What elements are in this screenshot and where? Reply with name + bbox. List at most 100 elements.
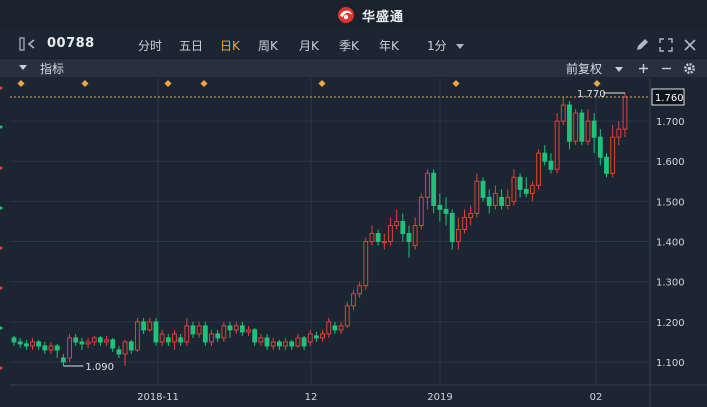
- tab-yearly-k[interactable]: 年K: [379, 37, 399, 54]
- candle-body: [276, 341, 282, 347]
- candle-body: [159, 333, 165, 343]
- y-tick-label: 1.600: [656, 157, 685, 168]
- candle-body: [381, 241, 387, 244]
- candle-body: [135, 321, 140, 351]
- kline-chart[interactable]: 1.770 1.090 1.760 1.700 1.600 1.500 1.400 1.300…: [0, 78, 707, 407]
- candle-body: [468, 212, 474, 218]
- close-icon[interactable]: [683, 38, 697, 52]
- candle-body: [542, 152, 548, 162]
- candle-body: [505, 196, 511, 206]
- candle-body: [116, 349, 122, 355]
- candle-body: [431, 172, 437, 206]
- tab-daily-k[interactable]: 日K: [220, 37, 240, 54]
- stock-code: 00788: [47, 36, 95, 51]
- candle-body: [455, 229, 461, 243]
- candle-body: [474, 180, 480, 214]
- title-bar: 华盛通: [0, 0, 707, 30]
- candle-body: [573, 112, 579, 142]
- candle-body: [23, 343, 29, 347]
- fullscreen-icon[interactable]: [659, 38, 673, 52]
- candle-body: [190, 325, 196, 335]
- candle-body: [147, 321, 153, 331]
- edge-marker: [0, 246, 3, 250]
- plus-icon[interactable]: [638, 63, 649, 74]
- candle-body: [246, 329, 251, 333]
- candle-body: [597, 136, 603, 158]
- edge-marker: [0, 166, 3, 170]
- candle-body: [122, 341, 128, 355]
- indicator-label[interactable]: 指标: [40, 60, 64, 77]
- candle-body: [591, 120, 597, 138]
- candle-body: [60, 357, 66, 363]
- tab-quarterly-k[interactable]: 季K: [339, 37, 359, 54]
- x-tick-label: 12: [305, 392, 318, 403]
- candle-body: [215, 333, 221, 339]
- candle-body: [388, 224, 393, 243]
- candle-body: [252, 329, 258, 343]
- last-price-label: 1.760: [655, 93, 684, 104]
- candle-body: [554, 120, 560, 170]
- edge-marker: [0, 125, 3, 129]
- adjust-select[interactable]: 前复权: [566, 60, 623, 77]
- candle-body: [165, 337, 171, 343]
- candle-body: [227, 325, 233, 331]
- pencil-icon[interactable]: [635, 38, 649, 52]
- candle-body: [36, 341, 42, 347]
- y-tick-label: 1.700: [656, 117, 685, 128]
- candle-body: [344, 305, 350, 327]
- tab-intraday[interactable]: 分时: [138, 37, 162, 54]
- x-tick-label: 2018-11: [137, 392, 179, 403]
- chevron-down-icon: [456, 44, 465, 49]
- candle-body: [332, 325, 338, 331]
- tab-weekly-k[interactable]: 周K: [258, 37, 278, 54]
- candle-body: [202, 325, 208, 343]
- candle-body: [104, 339, 109, 343]
- tab-five-day[interactable]: 五日: [179, 37, 203, 54]
- candle-body: [184, 325, 190, 343]
- minus-icon[interactable]: [661, 63, 672, 74]
- candle-body: [406, 233, 412, 243]
- brand-logo: 华盛通: [335, 5, 404, 25]
- candle-body: [110, 339, 116, 349]
- indicator-bar: 指标 前复权: [0, 59, 707, 77]
- collapse-sidebar-icon[interactable]: [19, 37, 41, 51]
- gear-icon[interactable]: [683, 62, 696, 75]
- candle-body: [486, 196, 492, 206]
- candle-body: [320, 333, 325, 339]
- candle-body: [91, 337, 97, 343]
- candle-body: [363, 241, 369, 287]
- candle-body: [499, 196, 504, 206]
- candle-body: [530, 184, 535, 194]
- candle-body: [616, 128, 622, 138]
- candle-body: [301, 337, 307, 347]
- candle-body: [73, 337, 79, 343]
- candle-body: [264, 337, 270, 347]
- candle-body: [610, 136, 616, 174]
- candle-body: [209, 333, 214, 343]
- plot-area: [10, 78, 650, 385]
- edge-marker: [0, 206, 3, 210]
- brand-name: 华盛通: [362, 9, 405, 25]
- candle-body: [326, 321, 332, 335]
- candle-body: [585, 120, 591, 142]
- candle-body: [412, 224, 418, 247]
- minute-select-value: 1分: [427, 39, 447, 53]
- candle-body: [307, 333, 313, 343]
- tab-monthly-k[interactable]: 月K: [299, 37, 319, 54]
- indicator-toggle-icon[interactable]: [19, 65, 27, 70]
- low-annotation-label: 1.090: [85, 362, 114, 373]
- chart-toolbar: 00788 分时 五日 日K 周K 月K 季K 年K 1分: [0, 31, 707, 59]
- candle-body: [239, 325, 245, 333]
- minute-select[interactable]: 1分: [427, 37, 465, 54]
- edge-marker: [0, 286, 3, 290]
- chevron-down-icon: [614, 67, 623, 72]
- candle-body: [314, 335, 319, 339]
- candle-body: [517, 176, 523, 190]
- brand-swirl-icon: [338, 7, 354, 23]
- candle-body: [511, 176, 517, 202]
- y-tick-label: 1.200: [656, 318, 685, 329]
- candle-body: [536, 152, 542, 186]
- y-tick-label: 1.300: [656, 278, 685, 289]
- candle-body: [560, 104, 566, 122]
- candle-body: [604, 156, 609, 174]
